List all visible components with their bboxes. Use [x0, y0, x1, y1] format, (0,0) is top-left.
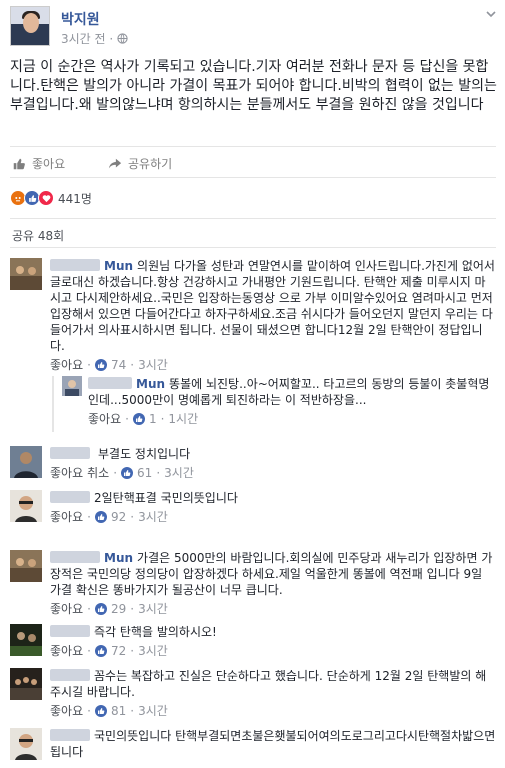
reaction-count: 441명: [58, 191, 92, 206]
reply-time[interactable]: 1시간: [168, 411, 198, 427]
share-icon: [108, 158, 122, 168]
comment-text: 2일탄핵표결 국민의뜻입니다: [94, 491, 238, 505]
commenter-avatar[interactable]: [10, 624, 42, 656]
commenter-name[interactable]: Mun: [104, 551, 133, 565]
commenter-avatar[interactable]: [10, 550, 42, 582]
comment-meta: 좋아요 · 81 · 3시간: [50, 703, 168, 719]
commenter-name-redacted: [50, 669, 90, 681]
commenter-avatar[interactable]: [10, 446, 42, 478]
commenter-avatar[interactable]: [10, 668, 42, 700]
share-count[interactable]: 공유 48회: [10, 218, 496, 248]
commenter-name-redacted: [50, 625, 90, 637]
reply-container: Mun 똥볼에 뇌진탕..아~어찌할꼬.. 타고르의 동방의 등불이 촛불혁명인데…: [10, 376, 500, 434]
commenter-name-redacted: [50, 551, 100, 563]
commenter-avatar[interactable]: [10, 258, 42, 290]
like-count-icon: [121, 467, 134, 479]
reply-like-count[interactable]: 1: [149, 411, 157, 427]
like-count-icon: [132, 413, 145, 425]
commenter-avatar[interactable]: [10, 728, 42, 760]
comment-like-count[interactable]: 61: [137, 465, 152, 481]
thumbs-up-icon: [13, 158, 25, 169]
comment-like-count[interactable]: 92: [111, 509, 126, 525]
love-reaction-icon: [38, 190, 54, 206]
comment-item: 꼼수는 복잡하고 진실은 단순하다고 했습니다. 단순하게 12월 2일 탄핵발…: [10, 668, 500, 724]
comment-time[interactable]: 3시간: [164, 465, 194, 481]
reaction-summary[interactable]: 441명: [10, 188, 92, 208]
replier-name[interactable]: Mun: [136, 377, 165, 391]
comment-like-link[interactable]: 좋아요: [50, 509, 83, 525]
globe-icon: [117, 33, 128, 44]
reply-item: Mun 똥볼에 뇌진탕..아~어찌할꼬.. 타고르의 동방의 등불이 촛불혁명인데…: [52, 376, 498, 432]
commenter-name[interactable]: Mun: [104, 259, 133, 273]
comment-item: 국민의뜻입니다 탄핵부결되면초불은횃불되어여의도로그리고다시탄핵절차밟으면됩니다: [10, 728, 500, 768]
like-count-icon: [94, 359, 107, 371]
comment-like-count[interactable]: 72: [111, 643, 126, 659]
author-name[interactable]: 박지원: [61, 9, 100, 29]
comment-time[interactable]: 3시간: [138, 601, 168, 617]
comment-like-link[interactable]: 좋아요: [50, 643, 83, 659]
comment-meta: 좋아요 · 29 · 3시간: [50, 601, 168, 617]
comment-item: 즉각 탄핵을 발의하시오! 좋아요 · 72 · 3시간: [10, 624, 500, 664]
commenter-name-redacted: [50, 491, 90, 503]
comment-like-link[interactable]: 좋아요: [50, 465, 83, 481]
comment-unlike-link[interactable]: 취소: [87, 465, 109, 481]
post-text: 지금 이 순간은 역사가 기록되고 있습니다.기자 여러분 전화나 문자 등 답…: [10, 59, 497, 113]
comment-meta: 좋아요 · 72 · 3시간: [50, 643, 168, 659]
author-avatar[interactable]: [10, 6, 50, 46]
comment-like-link[interactable]: 좋아요: [50, 703, 83, 719]
comment-text: 의원님 다가올 성탄과 연말연시를 맡이하여 인사드립니다.가진게 없어서 글로…: [50, 259, 495, 353]
comment-time[interactable]: 3시간: [138, 509, 168, 525]
comment-meta: 좋아요 취소 · 61 · 3시간: [50, 465, 194, 481]
comment-like-count[interactable]: 81: [111, 703, 126, 719]
comment-like-link[interactable]: 좋아요: [50, 357, 83, 373]
commenter-name-redacted: [50, 729, 90, 741]
comment-time[interactable]: 3시간: [138, 357, 168, 373]
comment-time[interactable]: 3시간: [138, 643, 168, 659]
like-count-icon: [94, 511, 107, 523]
comment-text: 꼼수는 복잡하고 진실은 단순하다고 했습니다. 단순하게 12월 2일 탄핵발…: [50, 669, 487, 699]
chevron-down-icon[interactable]: [485, 8, 497, 24]
comment-like-count[interactable]: 74: [111, 357, 126, 373]
commenter-avatar[interactable]: [10, 490, 42, 522]
comment-time[interactable]: 3시간: [138, 703, 168, 719]
commenter-name-redacted: [50, 259, 100, 271]
post-header: 박지원 3시간 전 ·: [10, 6, 505, 50]
like-count-icon: [94, 603, 107, 615]
comment-item: 2일탄핵표결 국민의뜻입니다 좋아요 · 92 · 3시간: [10, 490, 500, 542]
reply-meta: 좋아요 · 1 · 1시간: [88, 411, 199, 427]
comment-like-count[interactable]: 29: [111, 601, 126, 617]
comment-text: 국민의뜻입니다 탄핵부결되면초불은횃불되어여의도로그리고다시탄핵절차밟으면됩니다: [50, 729, 496, 759]
comment-item: Mun 가결은 5000만의 바람입니다.회의실에 민주당과 새누리가 입장하면 …: [10, 550, 500, 620]
commenter-name-redacted: [50, 447, 90, 459]
replier-name-redacted: [88, 377, 132, 389]
like-count-icon: [94, 705, 107, 717]
comment-like-link[interactable]: 좋아요: [50, 601, 83, 617]
reply-like-link[interactable]: 좋아요: [88, 411, 121, 427]
comment-meta: 좋아요 · 74 · 3시간: [50, 357, 168, 373]
comment-text: 즉각 탄핵을 발의하시오!: [94, 625, 217, 639]
post-time[interactable]: 3시간 전 ·: [61, 30, 128, 47]
comment-item: 부결도 정치입니다 좋아요 취소 · 61 · 3시간: [10, 446, 500, 486]
post-actions: 좋아요 공유하기: [10, 146, 496, 178]
comment-meta: 좋아요 · 92 · 3시간: [50, 509, 168, 525]
like-button[interactable]: 좋아요: [12, 155, 65, 172]
comment-text: 부결도 정치입니다: [98, 447, 191, 461]
like-count-icon: [94, 645, 107, 657]
share-button[interactable]: 공유하기: [108, 155, 172, 172]
reply-avatar[interactable]: [62, 376, 82, 396]
